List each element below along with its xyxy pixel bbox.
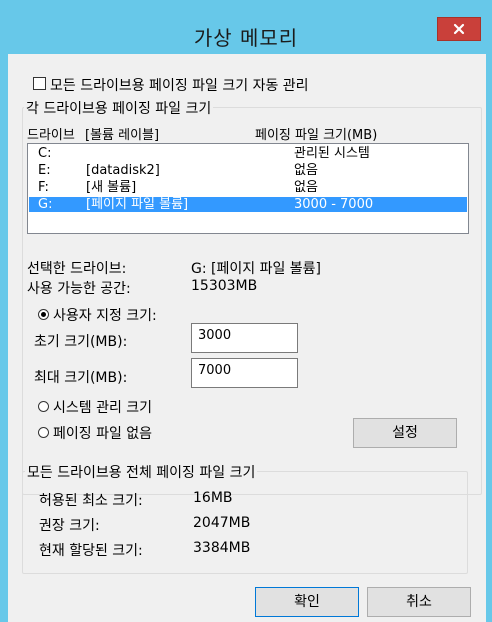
recommended-size-label: 권장 크기: <box>39 518 100 534</box>
column-header-paging-size: 페이징 파일 크기(MB) <box>255 128 378 143</box>
close-icon <box>453 23 465 35</box>
initial-size-input[interactable]: 3000 <box>191 323 298 353</box>
max-size-label: 최대 크기(MB): <box>34 370 128 386</box>
current-size-label: 현재 할당된 크기: <box>39 543 143 559</box>
max-size-input[interactable]: 7000 <box>191 358 298 388</box>
drive-paging-size: 관리된 시스템 <box>294 146 370 161</box>
set-button[interactable]: 설정 <box>353 418 457 448</box>
total-paging-group-title: 모든 드라이브용 전체 페이징 파일 크기 <box>25 462 258 482</box>
current-size-value: 3384MB <box>193 540 251 556</box>
drive-volume-label: [datadisk2] <box>86 163 160 178</box>
system-managed-label[interactable]: 시스템 관리 크기 <box>53 397 152 417</box>
selected-drive-value: G: [페이지 파일 볼륨] <box>191 261 321 277</box>
drive-list[interactable]: C: 관리된 시스템 E: [datadisk2] 없음 F: [새 볼륨] 없… <box>27 143 469 234</box>
window-title: 가상 메모리 <box>193 26 299 50</box>
column-header-volume-label: [볼륨 레이블] <box>85 128 160 143</box>
free-space-label: 사용 가능한 공간: <box>27 281 131 297</box>
drive-volume-label: [새 볼륨] <box>86 180 137 195</box>
drive-row-g[interactable]: G: [페이지 파일 볼륨] 3000 - 7000 <box>29 197 467 212</box>
auto-manage-checkbox[interactable] <box>33 77 46 90</box>
title-bar[interactable]: 가상 메모리 <box>0 0 492 54</box>
auto-manage-label[interactable]: 모든 드라이브용 페이징 파일 크기 자동 관리 <box>50 75 309 95</box>
drive-letter: E: <box>38 163 51 178</box>
drive-row-e[interactable]: E: [datadisk2] 없음 <box>29 163 467 178</box>
no-paging-file-radio[interactable] <box>38 427 49 438</box>
selected-drive-label: 선택한 드라이브: <box>27 261 127 277</box>
custom-size-label[interactable]: 사용자 지정 크기: <box>53 305 157 325</box>
drive-paging-size: 3000 - 7000 <box>294 197 374 212</box>
drive-paging-size: 없음 <box>294 163 318 178</box>
drive-letter: G: <box>38 197 53 212</box>
drive-volume-label: [페이지 파일 볼륨] <box>86 197 189 212</box>
close-button[interactable] <box>437 17 481 41</box>
drive-letter: F: <box>38 180 49 195</box>
free-space-value: 15303MB <box>191 278 258 294</box>
column-header-drive: 드라이브 <box>27 128 75 143</box>
custom-size-radio[interactable] <box>38 309 49 320</box>
ok-button[interactable]: 확인 <box>255 587 359 617</box>
cancel-button[interactable]: 취소 <box>367 587 471 617</box>
drive-row-c[interactable]: C: 관리된 시스템 <box>29 146 467 161</box>
system-managed-radio[interactable] <box>38 401 49 412</box>
recommended-size-value: 2047MB <box>193 515 251 531</box>
drive-paging-size: 없음 <box>294 180 318 195</box>
drive-row-f[interactable]: F: [새 볼륨] 없음 <box>29 180 467 195</box>
no-paging-file-label[interactable]: 페이징 파일 없음 <box>53 423 152 443</box>
per-drive-group-title: 각 드라이브용 페이징 파일 크기 <box>24 98 214 118</box>
min-size-label: 허용된 최소 크기: <box>39 493 143 509</box>
initial-size-label: 초기 크기(MB): <box>34 334 128 350</box>
drive-letter: C: <box>38 146 52 161</box>
min-size-value: 16MB <box>193 490 233 506</box>
virtual-memory-dialog: 가상 메모리 모든 드라이브용 페이징 파일 크기 자동 관리 각 드라이브용 … <box>0 0 492 622</box>
